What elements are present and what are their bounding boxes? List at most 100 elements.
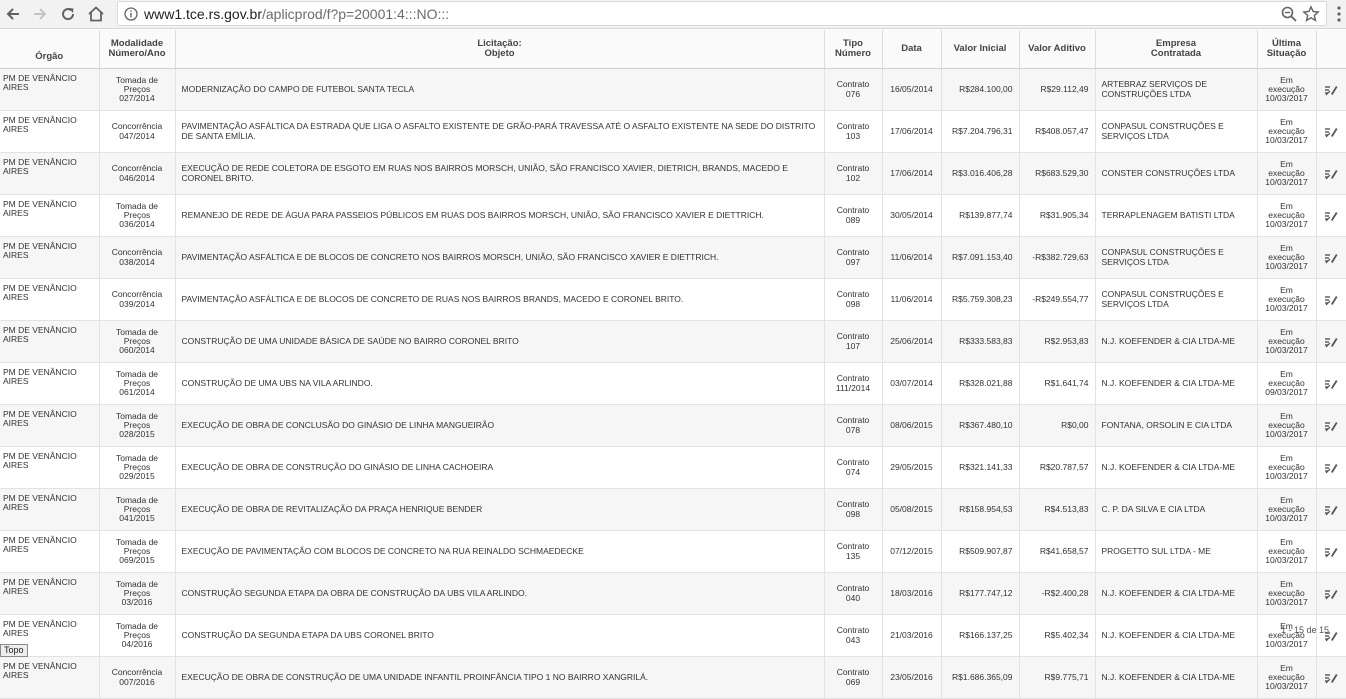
cell-tipo: Contrato 102 [824, 152, 883, 195]
cell-tipo: Contrato 043 [824, 614, 883, 657]
row-action-cell[interactable] [1316, 236, 1346, 279]
row-action-cell[interactable] [1316, 446, 1346, 489]
header-empresa[interactable]: Empresa Contratada [1095, 30, 1258, 69]
address-bar[interactable]: www1.tce.rs.gov.br/aplicprod/f?p=20001:4… [117, 1, 1327, 26]
table-row: PM DE VENÂNCIO AIRES Tomada de Preços 061… [0, 362, 1346, 405]
cell-valor-inicial: R$3.016.406,28 [941, 152, 1020, 195]
cell-data: 08/06/2015 [882, 404, 942, 447]
header-data[interactable]: Data [882, 30, 942, 69]
edit-details-icon[interactable] [1324, 168, 1338, 179]
cell-modalidade: Tomada de Preços 041/2015 [99, 488, 176, 531]
cell-modalidade: Tomada de Preços 03/2016 [99, 572, 176, 615]
row-action-cell[interactable] [1316, 110, 1346, 153]
cell-tipo: Contrato 135 [824, 530, 883, 573]
edit-details-icon[interactable] [1324, 378, 1338, 389]
cell-orgao: PM DE VENÂNCIO AIRES [0, 320, 100, 363]
home-button[interactable] [84, 2, 108, 26]
row-action-cell[interactable] [1316, 68, 1346, 111]
edit-details-icon[interactable] [1324, 252, 1338, 263]
edit-details-icon[interactable] [1324, 336, 1338, 347]
cell-valor-aditivo: R$29.112,49 [1019, 68, 1096, 111]
cell-data: 25/06/2014 [882, 320, 942, 363]
row-action-cell[interactable] [1316, 278, 1346, 321]
edit-details-icon[interactable] [1324, 504, 1338, 515]
cell-modalidade: Tomada de Preços 069/2015 [99, 530, 176, 573]
zoom-icon[interactable] [1280, 5, 1298, 23]
table-row: PM DE VENÂNCIO AIRES Tomada de Preços 03/… [0, 572, 1346, 615]
reload-button[interactable] [56, 2, 80, 26]
cell-situacao: Em execução 10/03/2017 [1257, 656, 1317, 699]
cell-tipo: Contrato 098 [824, 488, 883, 531]
row-action-cell[interactable] [1316, 656, 1346, 699]
row-action-cell[interactable] [1316, 572, 1346, 615]
row-action-cell[interactable] [1316, 488, 1346, 531]
topo-button[interactable]: Topo [0, 644, 28, 657]
bookmark-star-icon[interactable] [1302, 5, 1320, 23]
cell-valor-inicial: R$328.021,88 [941, 362, 1020, 405]
row-action-cell[interactable] [1316, 530, 1346, 573]
row-action-cell[interactable] [1316, 152, 1346, 195]
cell-orgao: PM DE VENÂNCIO AIRES [0, 68, 100, 111]
cell-empresa: N.J. KOEFENDER & CIA LTDA-ME [1095, 320, 1258, 363]
cell-valor-aditivo: R$9.775,71 [1019, 656, 1096, 699]
edit-details-icon[interactable] [1324, 84, 1338, 95]
cell-valor-inicial: R$333.583,83 [941, 320, 1020, 363]
edit-details-icon[interactable] [1324, 420, 1338, 431]
row-action-cell[interactable] [1316, 362, 1346, 405]
cell-objeto: EXECUÇÃO DE PAVIMENTAÇÃO COM BLOCOS DE C… [175, 530, 825, 573]
cell-data: 05/08/2015 [882, 488, 942, 531]
row-action-cell[interactable] [1316, 320, 1346, 363]
table-header-row: Órgão Modalidade Número/Ano Licitação: O… [0, 30, 1346, 69]
cell-valor-aditivo: R$5.402,34 [1019, 614, 1096, 657]
cell-valor-aditivo: R$408.057,47 [1019, 110, 1096, 153]
edit-details-icon[interactable] [1324, 126, 1338, 137]
back-button[interactable] [1, 2, 25, 26]
more-menu-icon[interactable] [1334, 4, 1344, 24]
info-icon[interactable] [124, 7, 138, 21]
cell-valor-inicial: R$367.480,10 [941, 404, 1020, 447]
cell-objeto: CONSTRUÇÃO DE UMA UBS NA VILA ARLINDO. [175, 362, 825, 405]
cell-tipo: Contrato 069 [824, 656, 883, 699]
header-tipo[interactable]: Tipo Número [824, 30, 883, 69]
cell-objeto: PAVIMENTAÇÃO ASFÁLTICA DA ESTRADA QUE LI… [175, 110, 825, 153]
cell-empresa: N.J. KOEFENDER & CIA LTDA-ME [1095, 362, 1258, 405]
header-valor-inicial[interactable]: Valor Inicial [941, 30, 1020, 69]
row-action-cell[interactable] [1316, 614, 1346, 657]
url-text[interactable]: www1.tce.rs.gov.br/aplicprod/f?p=20001:4… [144, 6, 449, 22]
header-modalidade[interactable]: Modalidade Número/Ano [99, 30, 176, 69]
cell-valor-inicial: R$7.204.796,31 [941, 110, 1020, 153]
cell-orgao: PM DE VENÂNCIO AIRES [0, 404, 100, 447]
table-row: PM DE VENÂNCIO AIRES Tomada de Preços 041… [0, 488, 1346, 531]
edit-details-icon[interactable] [1324, 210, 1338, 221]
edit-details-icon[interactable] [1324, 588, 1338, 599]
forward-button[interactable] [28, 2, 52, 26]
cell-data: 17/06/2014 [882, 110, 942, 153]
header-valor-aditivo[interactable]: Valor Aditivo [1019, 30, 1096, 69]
cell-objeto: CONSTRUÇÃO DE UMA UNIDADE BÁSICA DE SAÚD… [175, 320, 825, 363]
cell-objeto: CONSTRUÇÃO DA SEGUNDA ETAPA DA UBS CORON… [175, 614, 825, 657]
table-row: PM DE VENÂNCIO AIRES Tomada de Preços 036… [0, 194, 1346, 237]
edit-details-icon[interactable] [1324, 546, 1338, 557]
cell-tipo: Contrato 107 [824, 320, 883, 363]
cell-situacao: Em execução 10/03/2017 [1257, 530, 1317, 573]
cell-valor-aditivo: R$4.513,83 [1019, 488, 1096, 531]
cell-modalidade: Concorrência 047/2014 [99, 110, 176, 153]
cell-situacao: Em execução 10/03/2017 [1257, 110, 1317, 153]
cell-orgao: PM DE VENÂNCIO AIRES [0, 278, 100, 321]
cell-data: 21/03/2016 [882, 614, 942, 657]
reload-icon [62, 8, 75, 21]
cell-tipo: Contrato 040 [824, 572, 883, 615]
row-action-cell[interactable] [1316, 404, 1346, 447]
edit-details-icon[interactable] [1324, 672, 1338, 683]
cell-modalidade: Concorrência 039/2014 [99, 278, 176, 321]
header-orgao[interactable]: Órgão [0, 30, 100, 69]
header-situacao[interactable]: Última Situação [1257, 30, 1317, 69]
cell-orgao: PM DE VENÂNCIO AIRES [0, 194, 100, 237]
row-action-cell[interactable] [1316, 194, 1346, 237]
edit-details-icon[interactable] [1324, 294, 1338, 305]
header-licitacao[interactable]: Licitação: Objeto [175, 30, 825, 69]
cell-objeto: EXECUÇÃO DE OBRA DE REVITALIZAÇÃO DA PRA… [175, 488, 825, 531]
edit-details-icon[interactable] [1324, 462, 1338, 473]
forward-arrow-icon [34, 8, 47, 20]
cell-tipo: Contrato 111/2014 [824, 362, 883, 405]
